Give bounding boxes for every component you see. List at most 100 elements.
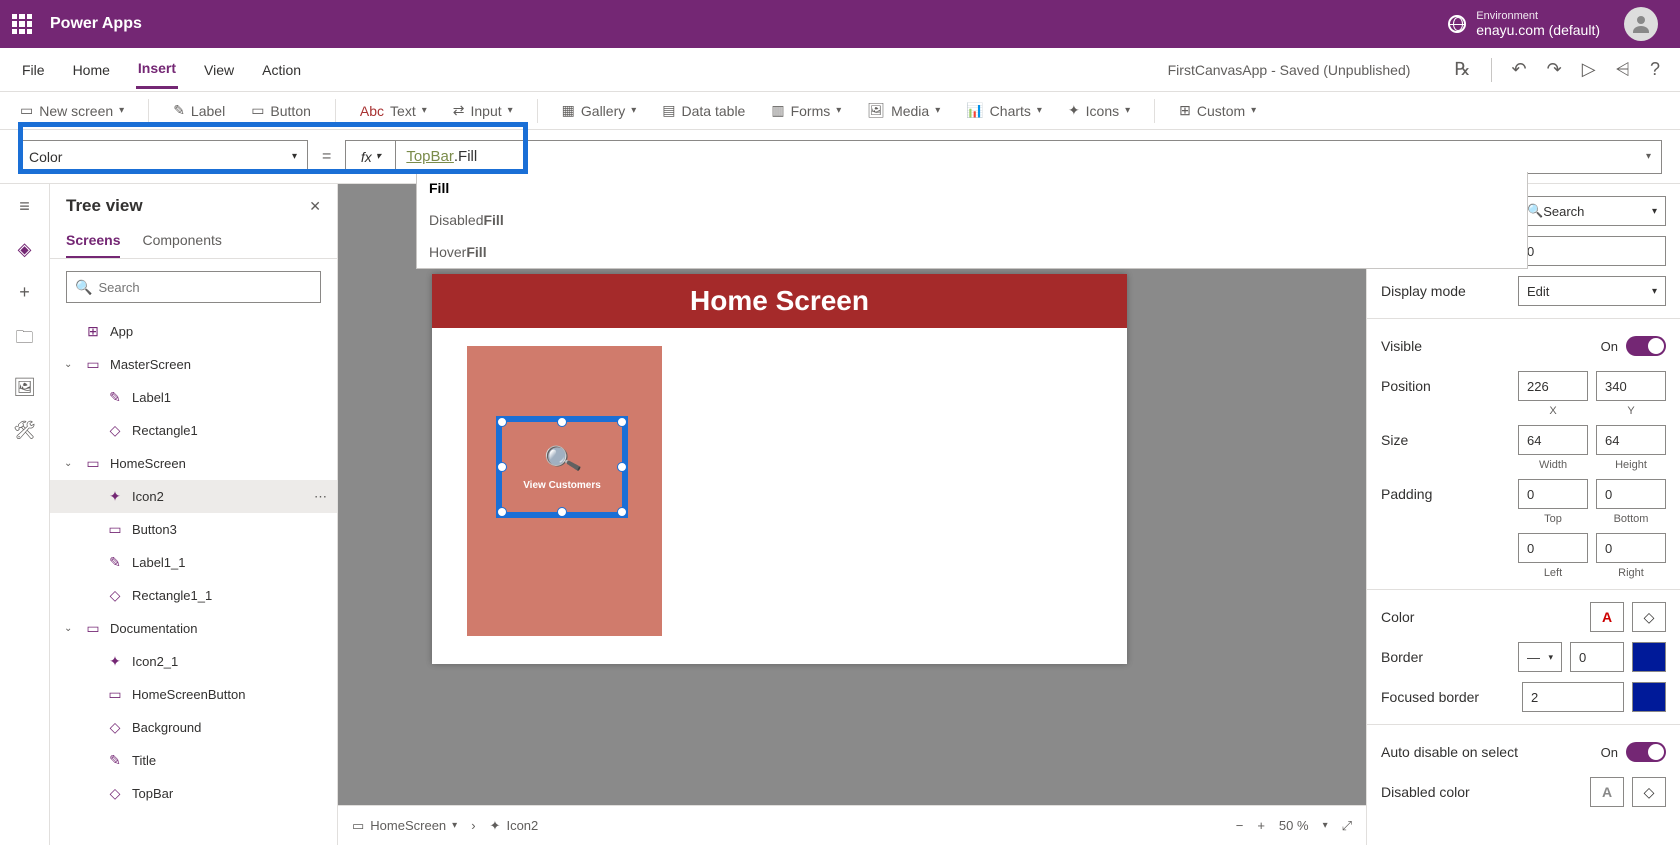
prop-padding-left[interactable]: 0 [1518, 533, 1588, 563]
menu-action[interactable]: Action [260, 52, 303, 88]
menu-view[interactable]: View [202, 52, 236, 88]
prop-position-y[interactable]: 340 [1596, 371, 1666, 401]
close-icon[interactable]: ✕ [309, 198, 321, 215]
ribbon-label[interactable]: ✎Label [171, 98, 227, 123]
autocomplete-item[interactable]: HoverFill [417, 236, 1527, 268]
divider [335, 99, 336, 123]
tree-node-icon2[interactable]: ✦Icon2⋯ [50, 480, 337, 513]
ribbon-input[interactable]: ⇄Input▾ [451, 98, 515, 123]
ribbon-gallery[interactable]: ▦Gallery▾ [560, 98, 639, 123]
share-icon[interactable]: ⩤ [1616, 59, 1630, 80]
prop-padding-top[interactable]: 0 [1518, 479, 1588, 509]
menu-home[interactable]: Home [71, 52, 112, 88]
app-checker-icon[interactable]: ℞ [1454, 59, 1470, 80]
prop-border-style[interactable]: —▾ [1518, 642, 1562, 672]
tree-node-background[interactable]: ◇Background [50, 711, 337, 744]
fit-to-screen-icon[interactable]: ⤢ [1342, 818, 1352, 834]
ribbon-forms[interactable]: ▥Forms▾ [769, 98, 843, 123]
zoom-in-icon[interactable]: + [1257, 818, 1265, 833]
prop-auto-disable-on: On [1601, 745, 1618, 760]
prop-disabled-color-picker[interactable]: A [1590, 777, 1624, 807]
tree-node-topbar[interactable]: ◇TopBar [50, 777, 337, 810]
breadcrumb-element[interactable]: ✦Icon2 [490, 818, 539, 834]
tree-node-rectangle1_1[interactable]: ◇Rectangle1_1 [50, 579, 337, 612]
prop-size-height[interactable]: 64 [1596, 425, 1666, 455]
tree-node-app[interactable]: ⊞App [50, 315, 337, 348]
tree-node-homescreen[interactable]: ⌄▭HomeScreen [50, 447, 337, 480]
fx-label[interactable]: fx▾ [345, 140, 395, 174]
canvas-screen[interactable]: Home Screen 🔍 View Customers [432, 274, 1127, 664]
more-icon[interactable]: ⋯ [314, 489, 327, 505]
prop-focused-border-width[interactable]: 2 [1522, 682, 1624, 712]
prop-border-width[interactable]: 0 [1570, 642, 1624, 672]
tools-icon[interactable]: 🛠 [13, 420, 36, 441]
tree-node-title[interactable]: ✎Title [50, 744, 337, 777]
menu-file[interactable]: File [20, 52, 47, 88]
ribbon-icons[interactable]: ✦Icons▾ [1066, 98, 1132, 123]
divider [148, 99, 149, 123]
tree-node-masterscreen[interactable]: ⌄▭MasterScreen [50, 348, 337, 381]
tree-node-icon2_1[interactable]: ✦Icon2_1 [50, 645, 337, 678]
formula-member: Fill [458, 148, 477, 165]
prop-color-clear[interactable]: ◇ [1632, 602, 1666, 632]
prop-padding-bottom[interactable]: 0 [1596, 479, 1666, 509]
prop-focused-border-color[interactable] [1632, 682, 1666, 712]
prop-border-color[interactable] [1632, 642, 1666, 672]
chevron-down-icon[interactable]: ▾ [1646, 151, 1651, 162]
tree-node-rectangle1[interactable]: ◇Rectangle1 [50, 414, 337, 447]
undo-icon[interactable]: ↶ [1512, 59, 1527, 80]
prop-padding-right[interactable]: 0 [1596, 533, 1666, 563]
autocomplete-item[interactable]: DisabledFill [417, 204, 1527, 236]
ribbon-new-screen[interactable]: ▭New screen▾ [18, 98, 126, 123]
media-icon[interactable]: 🖼 [13, 377, 36, 398]
property-selector[interactable]: Color ▾ [18, 140, 308, 174]
zoom-out-icon[interactable]: − [1236, 818, 1244, 833]
prop-position-x[interactable]: 226 [1518, 371, 1588, 401]
formula-reference: TopBar [406, 148, 454, 165]
tab-components[interactable]: Components [142, 224, 221, 258]
help-icon[interactable]: ? [1650, 59, 1660, 80]
formula-input[interactable]: TopBar.Fill ▾ [395, 140, 1662, 174]
insert-icon[interactable]: + [19, 282, 30, 303]
ribbon-charts[interactable]: 📊Charts▾ [964, 98, 1044, 123]
hamburger-icon[interactable]: ≡ [19, 196, 30, 217]
data-icon[interactable]: 🗀 [16, 325, 34, 355]
user-avatar[interactable] [1624, 7, 1658, 41]
tree-node-documentation[interactable]: ⌄▭Documentation [50, 612, 337, 645]
ribbon-media[interactable]: 🖼Media▾ [865, 98, 942, 123]
prop-display-mode-select[interactable]: Edit▾ [1518, 276, 1666, 306]
tree-node-label1_1[interactable]: ✎Label1_1 [50, 546, 337, 579]
tab-screens[interactable]: Screens [66, 224, 120, 258]
formula-autocomplete: Fill DisabledFill HoverFill [416, 172, 1528, 269]
menu-insert[interactable]: Insert [136, 50, 178, 89]
tree-search[interactable]: 🔍 [66, 271, 321, 303]
chevron-down-icon[interactable]: ▾ [1323, 820, 1328, 831]
redo-icon[interactable]: ↷ [1547, 59, 1562, 80]
canvas-area[interactable]: Home Screen 🔍 View Customers ▭HomeScreen… [338, 184, 1366, 845]
prop-disabled-color-clear[interactable]: ◇ [1632, 777, 1666, 807]
ribbon-button[interactable]: ▭Button [249, 98, 313, 123]
tree-node-label1[interactable]: ✎Label1 [50, 381, 337, 414]
tree-view-panel: Tree view ✕ Screens Components 🔍 ⊞App ⌄▭… [50, 184, 338, 845]
play-icon[interactable]: ▷ [1582, 59, 1596, 80]
prop-color-picker[interactable]: A [1590, 602, 1624, 632]
prop-position-label: Position [1381, 378, 1510, 394]
breadcrumb-screen[interactable]: ▭HomeScreen▾ [352, 818, 457, 834]
tree-view-icon[interactable]: ◈ [18, 239, 32, 260]
tree-node-homescreenbutton[interactable]: ▭HomeScreenButton [50, 678, 337, 711]
prop-icon-select[interactable]: 🔍 Search▾ [1518, 196, 1666, 226]
ribbon-text[interactable]: AbcText▾ [358, 99, 429, 123]
prop-size-width[interactable]: 64 [1518, 425, 1588, 455]
selected-icon-element[interactable]: 🔍 View Customers [496, 416, 628, 518]
divider [1491, 58, 1492, 82]
prop-visible-toggle[interactable] [1626, 336, 1666, 356]
tree-node-button3[interactable]: ▭Button3 [50, 513, 337, 546]
autocomplete-item[interactable]: Fill [417, 172, 1527, 204]
prop-auto-disable-toggle[interactable] [1626, 742, 1666, 762]
tree-search-input[interactable] [98, 280, 312, 295]
environment-picker[interactable]: Environment enayu.com (default) [1448, 7, 1668, 41]
ribbon-custom[interactable]: ⊞Custom▾ [1177, 98, 1258, 123]
waffle-icon[interactable] [12, 14, 32, 34]
prop-rotation-input[interactable]: 0 [1518, 236, 1666, 266]
ribbon-data-table[interactable]: ▤Data table [660, 98, 747, 123]
